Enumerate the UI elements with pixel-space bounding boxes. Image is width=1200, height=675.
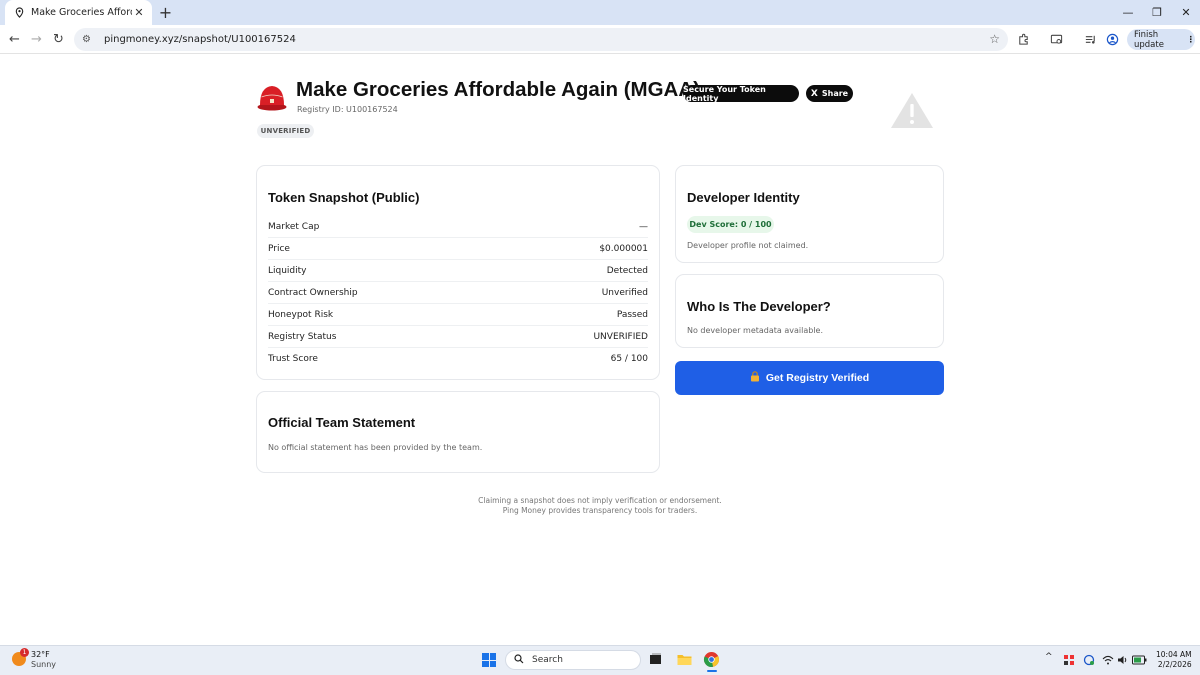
disclaimer-line-1: Claiming a snapshot does not imply verif… [478,496,722,505]
row-value: UNVERIFIED [593,331,648,342]
cast-icon[interactable] [1047,30,1066,49]
row-value: 65 / 100 [610,354,648,364]
weather-condition[interactable]: Sunny [31,660,56,669]
who-is-developer-text: No developer metadata available. [687,326,823,335]
taskbar-clock[interactable]: 10:04 AM 2/2/2026 [1156,650,1192,670]
clock-time: 10:04 AM [1156,650,1192,659]
token-snapshot-card: Token Snapshot (Public) Market Cap — Pri… [256,165,660,380]
warning-icon [891,93,933,128]
table-row: Honeypot Risk Passed [268,304,648,326]
table-row: Contract Ownership Unverified [268,282,648,304]
weather-temperature[interactable]: 32°F [31,650,50,659]
active-app-indicator [707,670,717,672]
developer-identity-card: Developer Identity Dev Score: 0 / 100 De… [675,165,944,263]
row-label: Trust Score [268,354,318,364]
row-label: Market Cap [268,221,320,232]
dev-score-badge: Dev Score: 0 / 100 [687,216,774,233]
finish-update-label: Finish update [1134,29,1164,50]
bookmark-star-icon[interactable]: ☆ [989,32,1000,46]
share-label: Share [821,89,849,98]
app-tray-icon[interactable] [1063,654,1075,666]
back-icon[interactable]: ← [5,30,24,49]
media-controls-icon[interactable] [1081,30,1100,49]
tab-strip: Make Groceries Affordable Again (MGAA) ✕… [0,0,1200,25]
table-row: Trust Score 65 / 100 [268,348,648,370]
row-label: Honeypot Risk [268,309,334,320]
search-icon [514,653,524,667]
browser-tab[interactable]: Make Groceries Affordable Again (MGAA) ✕ [5,0,152,25]
weather-alert-badge: 1 [20,648,29,657]
table-row: Price $0.000001 [268,238,648,260]
get-registry-verified-button[interactable]: Get Registry Verified [675,361,944,395]
who-is-developer-title: Who Is The Developer? [687,299,831,314]
wifi-icon[interactable] [1102,654,1114,666]
finish-update-button[interactable]: Finish update ⋮ [1127,29,1195,50]
url-text[interactable]: pingmoney.xyz/snapshot/U100167524 [104,34,296,45]
windows-start-icon[interactable] [482,653,496,667]
status-badge: UNVERIFIED [257,124,314,138]
search-placeholder: Search [532,655,563,665]
browser-toolbar: ← → ↻ ⚙ pingmoney.xyz/snapshot/U10016752… [0,25,1200,54]
reload-icon[interactable]: ↻ [49,30,68,49]
who-is-developer-card: Who Is The Developer? No developer metad… [675,274,944,348]
address-bar[interactable]: ⚙ pingmoney.xyz/snapshot/U100167524 ☆ [74,28,1008,51]
row-value: $0.000001 [599,243,648,254]
row-value: Detected [606,265,648,276]
tab-title: Make Groceries Affordable Again (MGAA) [31,7,132,18]
developer-profile-text: Developer profile not claimed. [687,241,809,250]
page-title: Make Groceries Affordable Again (MGAA) [296,78,700,101]
taskbar-search[interactable]: Search [505,650,641,670]
chrome-icon[interactable] [703,651,720,668]
file-explorer-icon[interactable] [676,651,693,668]
row-value: Passed [616,309,648,320]
sync-icon[interactable] [1083,654,1095,666]
profile-icon[interactable] [1103,30,1122,49]
get-registry-verified-label: Get Registry Verified [765,372,870,384]
show-hidden-icons[interactable]: ^ [1045,652,1053,662]
x-logo-icon: X [810,88,818,99]
forward-icon[interactable]: → [27,30,46,49]
row-label: Price [268,243,290,254]
team-statement-text: No official statement has been provided … [268,443,483,452]
clock-date: 2/2/2026 [1157,660,1192,669]
table-row: Registry Status UNVERIFIED [268,326,648,348]
team-statement-title: Official Team Statement [268,415,416,430]
row-label: Registry Status [268,331,337,342]
location-pin-icon [13,7,25,19]
close-tab-icon[interactable]: ✕ [132,6,146,20]
volume-icon[interactable] [1117,654,1129,666]
new-tab-icon[interactable]: + [157,3,174,22]
secure-identity-button[interactable]: Secure Your Token Identity [683,85,799,103]
team-statement-card: Official Team Statement No official stat… [256,391,660,473]
minimize-icon[interactable]: — [1114,0,1142,25]
battery-icon[interactable] [1132,655,1147,665]
row-value: — [639,221,648,232]
lock-icon [750,371,760,385]
site-settings-icon[interactable]: ⚙ [82,34,96,45]
table-row: Market Cap — [268,216,648,238]
row-label: Liquidity [268,265,307,276]
token-snapshot-title: Token Snapshot (Public) [268,190,420,205]
developer-identity-title: Developer Identity [687,190,800,205]
close-window-icon[interactable]: ✕ [1172,0,1200,25]
more-menu-icon: ⋮ [1186,34,1196,45]
token-logo-hat [257,86,287,111]
task-view-icon[interactable] [647,651,664,668]
table-row: Liquidity Detected [268,260,648,282]
registry-id: Registry ID: U100167524 [297,105,398,114]
restore-icon[interactable]: ❐ [1143,0,1171,25]
row-value: Unverified [601,287,648,298]
extensions-icon[interactable] [1014,30,1033,49]
row-label: Contract Ownership [268,287,358,298]
share-button[interactable]: X Share [806,85,853,102]
disclaimer-line-2: Ping Money provides transparency tools f… [502,506,698,515]
